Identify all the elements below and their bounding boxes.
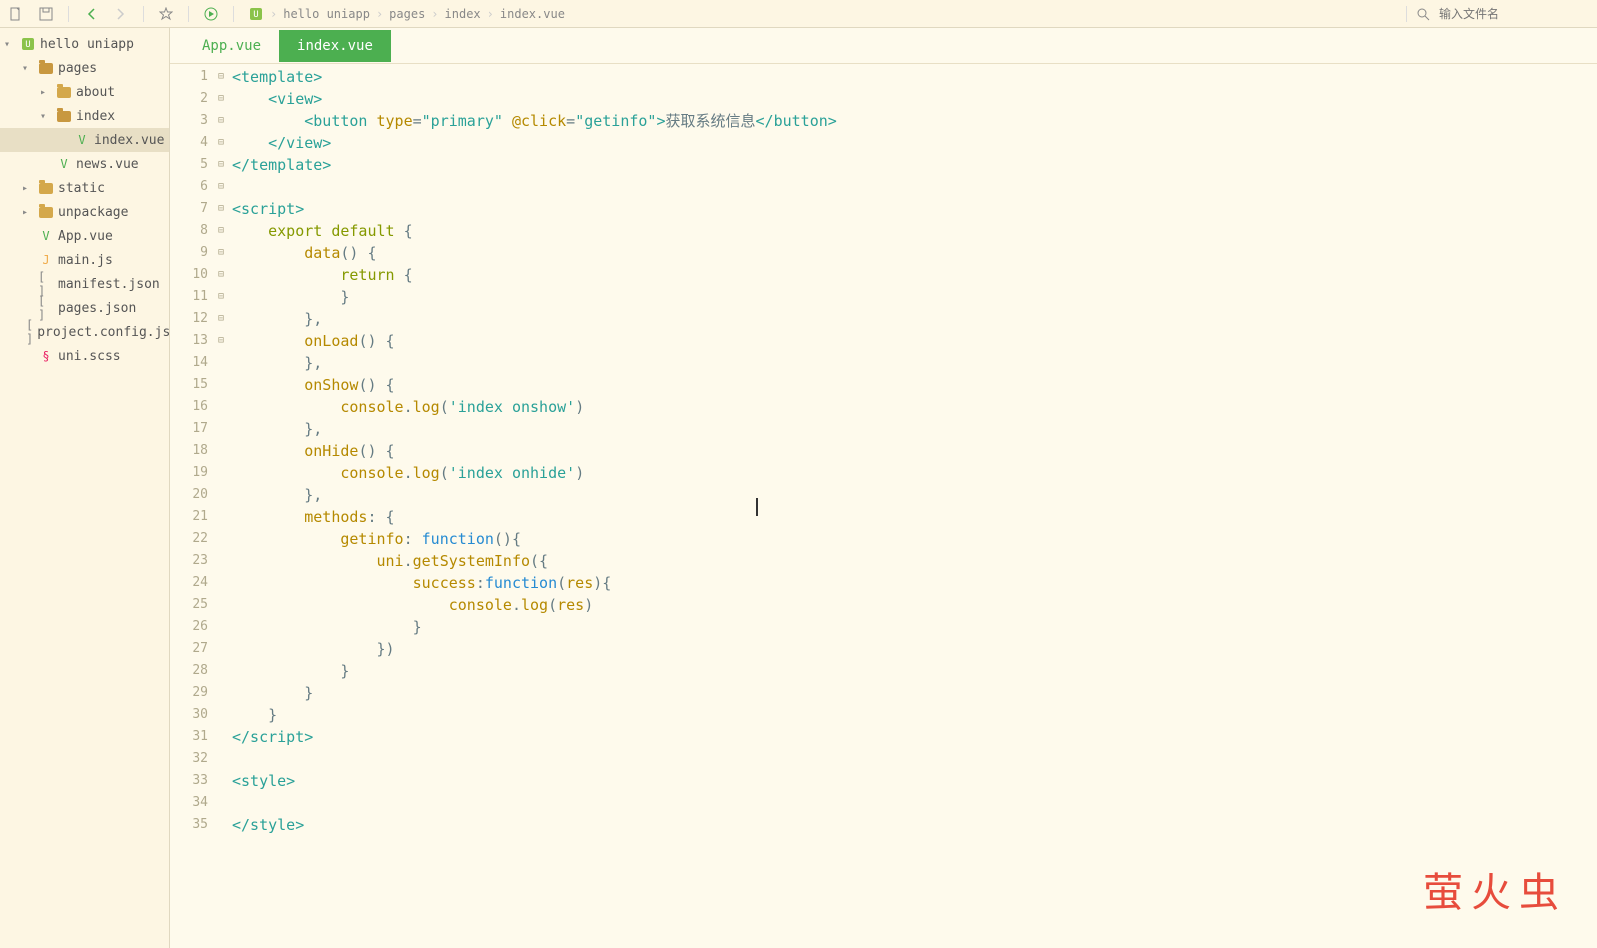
crumb-0[interactable]: hello uniapp	[283, 7, 370, 21]
project-icon: U	[248, 6, 264, 22]
folder-icon	[38, 63, 54, 74]
tree-item-label: unpackage	[58, 205, 128, 220]
tree-item-label: news.vue	[76, 157, 139, 172]
search-input[interactable]	[1439, 7, 1589, 21]
star-icon[interactable]	[158, 6, 174, 22]
json-file-icon: [ ]	[26, 318, 33, 346]
search-icon[interactable]	[1415, 6, 1431, 22]
crumb-1[interactable]: pages	[389, 7, 425, 21]
tree-item-label: index.vue	[94, 133, 164, 148]
vue-file-icon: V	[56, 157, 72, 171]
vue-file-icon: V	[74, 133, 90, 147]
tree-item-label: App.vue	[58, 229, 113, 244]
code-content[interactable]: <template> <view> <button type="primary"…	[228, 64, 1597, 948]
js-file-icon: J	[38, 253, 54, 267]
line-gutter: 1234567891011121314151617181920212223242…	[170, 64, 214, 948]
editor: App.vueindex.vue 12345678910111213141516…	[170, 28, 1597, 948]
file-search	[1406, 6, 1589, 22]
tree-item[interactable]: [ ]manifest.json	[0, 272, 169, 296]
tree-item[interactable]: [ ] pages.json	[0, 296, 169, 320]
tree-item[interactable]: V App.vue	[0, 224, 169, 248]
tree-item-label: uni.scss	[58, 349, 121, 364]
tree-item[interactable]: ▾index	[0, 104, 169, 128]
tree-item[interactable]: [ ] project.config.json	[0, 320, 169, 344]
editor-tab[interactable]: index.vue	[279, 30, 391, 62]
tree-item[interactable]: ▸static	[0, 176, 169, 200]
folder-icon	[56, 111, 72, 122]
folder-icon	[56, 87, 72, 98]
tree-item-label: static	[58, 181, 105, 196]
crumb-2[interactable]: index	[445, 7, 481, 21]
json-file-icon: [ ]	[38, 294, 54, 322]
tree-item-label: main.js	[58, 253, 113, 268]
text-cursor	[756, 498, 758, 516]
tree-item[interactable]: Vindex.vue	[0, 128, 169, 152]
editor-tab[interactable]: App.vue	[184, 30, 279, 62]
tree-item-label: pages.json	[58, 301, 136, 316]
tree-item-label: project.config.json	[37, 325, 170, 340]
tree-item[interactable]: ▸about	[0, 80, 169, 104]
editor-tabs: App.vueindex.vue	[170, 28, 1597, 64]
forward-icon[interactable]	[113, 6, 129, 22]
file-explorer: ▾ U hello uniapp ▾pages▸about▾indexVinde…	[0, 28, 170, 948]
project-icon: U	[20, 37, 36, 51]
tree-item[interactable]: § uni.scss	[0, 344, 169, 368]
code-area[interactable]: 1234567891011121314151617181920212223242…	[170, 64, 1597, 948]
tree-item-label: pages	[58, 61, 97, 76]
vue-file-icon: V	[38, 229, 54, 243]
tree-root[interactable]: ▾ U hello uniapp	[0, 32, 169, 56]
tree-item[interactable]: Vnews.vue	[0, 152, 169, 176]
crumb-3[interactable]: index.vue	[500, 7, 565, 21]
tree-item-label: about	[76, 85, 115, 100]
fold-column: ⊟⊟⊟⊟⊟⊟⊟⊟⊟⊟⊟⊟⊟	[214, 64, 228, 948]
breadcrumbs: U › hello uniapp › pages › index › index…	[248, 6, 565, 22]
tree-item-label: manifest.json	[58, 277, 160, 292]
tree-item[interactable]: Jmain.js	[0, 248, 169, 272]
folder-icon	[38, 207, 54, 218]
scss-file-icon: §	[38, 349, 54, 363]
toolbar: U › hello uniapp › pages › index › index…	[0, 0, 1597, 28]
play-icon[interactable]	[203, 6, 219, 22]
tree-item[interactable]: ▾pages	[0, 56, 169, 80]
new-file-icon[interactable]	[8, 6, 24, 22]
back-icon[interactable]	[83, 6, 99, 22]
folder-icon	[38, 183, 54, 194]
svg-text:U: U	[253, 10, 258, 20]
tree-item-label: index	[76, 109, 115, 124]
save-icon[interactable]	[38, 6, 54, 22]
tree-root-label: hello uniapp	[40, 37, 134, 52]
tree-item[interactable]: ▸unpackage	[0, 200, 169, 224]
svg-text:U: U	[25, 40, 30, 50]
